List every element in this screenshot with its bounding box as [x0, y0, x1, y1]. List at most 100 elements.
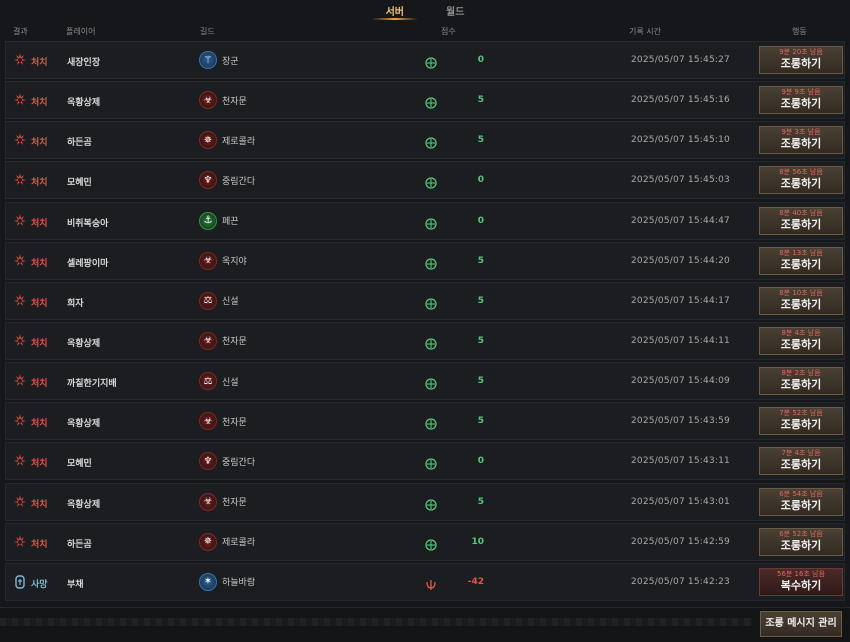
kill-icon	[14, 253, 26, 271]
taunt-button[interactable]: 8분 13초 남음 조롱하기	[759, 246, 843, 275]
taunt-button[interactable]: 6분 54초 남음 조롱하기	[759, 487, 843, 516]
guild-name[interactable]: 중림간다	[222, 455, 255, 468]
record-time: 2025/05/07 15:43:01	[631, 496, 730, 507]
taunt-button[interactable]: 9분 20초 남음 조롱하기	[759, 46, 843, 74]
guild-name[interactable]: 천자문	[222, 495, 247, 508]
kill-icon	[14, 93, 26, 110]
player-name[interactable]: 하든곰	[67, 537, 92, 550]
taunt-button[interactable]: 8분 56초 남음 조롱하기	[759, 166, 843, 195]
guild-cell: ⚖ 신설	[199, 291, 239, 310]
result-label: 처치	[31, 258, 48, 269]
result-label: 처치	[31, 218, 48, 229]
result-label: 처치	[31, 298, 48, 309]
remaining-time: 9분 20초 남음	[779, 48, 823, 56]
guild-name[interactable]: 장군	[222, 54, 239, 67]
result-cell: 처치	[14, 333, 48, 351]
guild-name[interactable]: 천자문	[222, 94, 247, 107]
taunt-button[interactable]: 7분 4초 남음 조롱하기	[759, 447, 843, 476]
guild-name[interactable]: 신설	[222, 375, 239, 388]
remaining-time: 8분 4초 남음	[781, 328, 821, 337]
manage-taunt-messages-button[interactable]: 조롱 메시지 관리	[760, 611, 842, 637]
guild-cell: ☣ 천자문	[199, 412, 247, 431]
header-score: 점수	[441, 27, 456, 36]
action-label: 조롱하기	[780, 378, 822, 392]
guild-name[interactable]: 하늘바람	[222, 575, 255, 588]
kill-icon	[14, 213, 26, 231]
guild-name[interactable]: 중림간다	[222, 174, 255, 187]
table-row: 처치 비취복숭아 ⚓ 페끈 0 2025/05/07 15:44:47 8분 4…	[5, 201, 845, 240]
taunt-button[interactable]: 9분 9초 남음 조롱하기	[759, 86, 843, 115]
table-row: 사망 부채 ✶ 하늘바람 -42 2025/05/07 15:42:23 56분…	[5, 562, 845, 601]
score-gain-icon	[425, 415, 437, 430]
score-value: 5	[477, 95, 484, 106]
taunt-button[interactable]: 9분 3초 남음 조롱하기	[759, 126, 843, 155]
player-name[interactable]: 셀레팡이마	[67, 256, 108, 269]
guild-emblem-icon: ☣	[199, 91, 217, 110]
result-cell: 처치	[14, 414, 48, 431]
taunt-button[interactable]: 8분 4초 남음 조롱하기	[759, 326, 843, 355]
guild-name[interactable]: 페끈	[222, 214, 239, 227]
guild-cell: ☣ 천자문	[199, 91, 247, 110]
player-name[interactable]: 옥황상제	[67, 95, 100, 108]
result-cell: 처치	[14, 53, 48, 70]
record-time: 2025/05/07 15:45:16	[631, 95, 730, 106]
result-cell: 사망	[14, 575, 48, 592]
player-name[interactable]: 옥황상제	[67, 497, 100, 510]
action-label: 복수하기	[780, 578, 822, 592]
score-value: 5	[477, 255, 484, 266]
table-row: 처치 모혜민 ♆ 중림간다 0 2025/05/07 15:45:03 8분 5…	[5, 161, 845, 200]
guild-name[interactable]: 천자문	[222, 334, 247, 347]
guild-name[interactable]: 제로콜라	[222, 535, 255, 548]
revenge-button[interactable]: 56분 16초 남음 복수하기	[759, 567, 843, 596]
action-label: 조롱하기	[780, 297, 822, 311]
taunt-button[interactable]: 8분 10초 남음 조롱하기	[759, 286, 843, 315]
player-name[interactable]: 하든곰	[67, 135, 92, 148]
guild-name[interactable]: 옥지야	[222, 254, 247, 267]
result-label: 처치	[31, 419, 48, 430]
guild-name[interactable]: 제로콜라	[222, 134, 255, 147]
guild-name[interactable]: 신설	[222, 294, 239, 307]
result-cell: 처치	[14, 374, 48, 391]
taunt-button[interactable]: 8분 40초 남음 조롱하기	[759, 206, 843, 235]
player-name[interactable]: 옥황상제	[67, 336, 100, 349]
score-gain-icon	[425, 536, 437, 551]
player-name[interactable]: 모혜민	[67, 175, 92, 188]
header-player: 플레이어	[66, 27, 96, 36]
player-name[interactable]: 부채	[67, 577, 84, 590]
score-value: 0	[477, 175, 484, 186]
guild-cell: ✶ 하늘바람	[199, 572, 255, 591]
table-row: 처치 희자 ⚖ 신설 5 2025/05/07 15:44:17 8분 10초 …	[5, 281, 845, 320]
header-time: 기록 시간	[629, 27, 661, 36]
taunt-button[interactable]: 8분 2초 남음 조롱하기	[759, 367, 843, 396]
score-gain-icon	[425, 255, 437, 270]
taunt-button[interactable]: 6분 52초 남음 조롱하기	[759, 527, 843, 556]
tab-server[interactable]: 서버	[371, 0, 419, 20]
result-label: 처치	[31, 338, 48, 349]
kill-icon	[14, 534, 26, 552]
player-name[interactable]: 비취복숭아	[67, 216, 108, 229]
table-row: 처치 옥황상제 ☣ 천자문 5 2025/05/07 15:43:59 7분 5…	[5, 402, 845, 441]
player-name[interactable]: 모혜민	[67, 456, 92, 469]
tab-world[interactable]: 월드	[446, 0, 464, 20]
player-name[interactable]: 희자	[67, 296, 84, 309]
record-time: 2025/05/07 15:42:59	[631, 536, 730, 547]
header-action: 행동	[792, 27, 807, 36]
action-label: 조롱하기	[780, 57, 822, 70]
result-cell: 처치	[14, 213, 48, 231]
guild-cell: ✵ 제로콜라	[199, 532, 255, 551]
action-label: 조롱하기	[780, 458, 822, 472]
table-row: 처치 옥황상제 ☣ 천자문 5 2025/05/07 15:45:16 9분 9…	[5, 81, 845, 120]
result-label: 처치	[31, 379, 48, 390]
guild-cell: ♆ 중림간다	[199, 452, 255, 471]
player-name[interactable]: 옥황상제	[67, 416, 100, 429]
remaining-time: 8분 10초 남음	[779, 288, 823, 297]
player-name[interactable]: 새장인장	[67, 55, 100, 68]
action-label: 조롱하기	[780, 257, 822, 271]
taunt-button[interactable]: 7분 52초 남음 조롱하기	[759, 407, 843, 436]
record-time: 2025/05/07 15:45:03	[631, 175, 730, 186]
player-name[interactable]: 까칠한기지배	[67, 376, 117, 389]
score-gain-icon	[425, 54, 437, 69]
score-loss-icon	[425, 576, 437, 590]
score-value: 5	[477, 496, 484, 507]
guild-name[interactable]: 천자문	[222, 415, 247, 428]
